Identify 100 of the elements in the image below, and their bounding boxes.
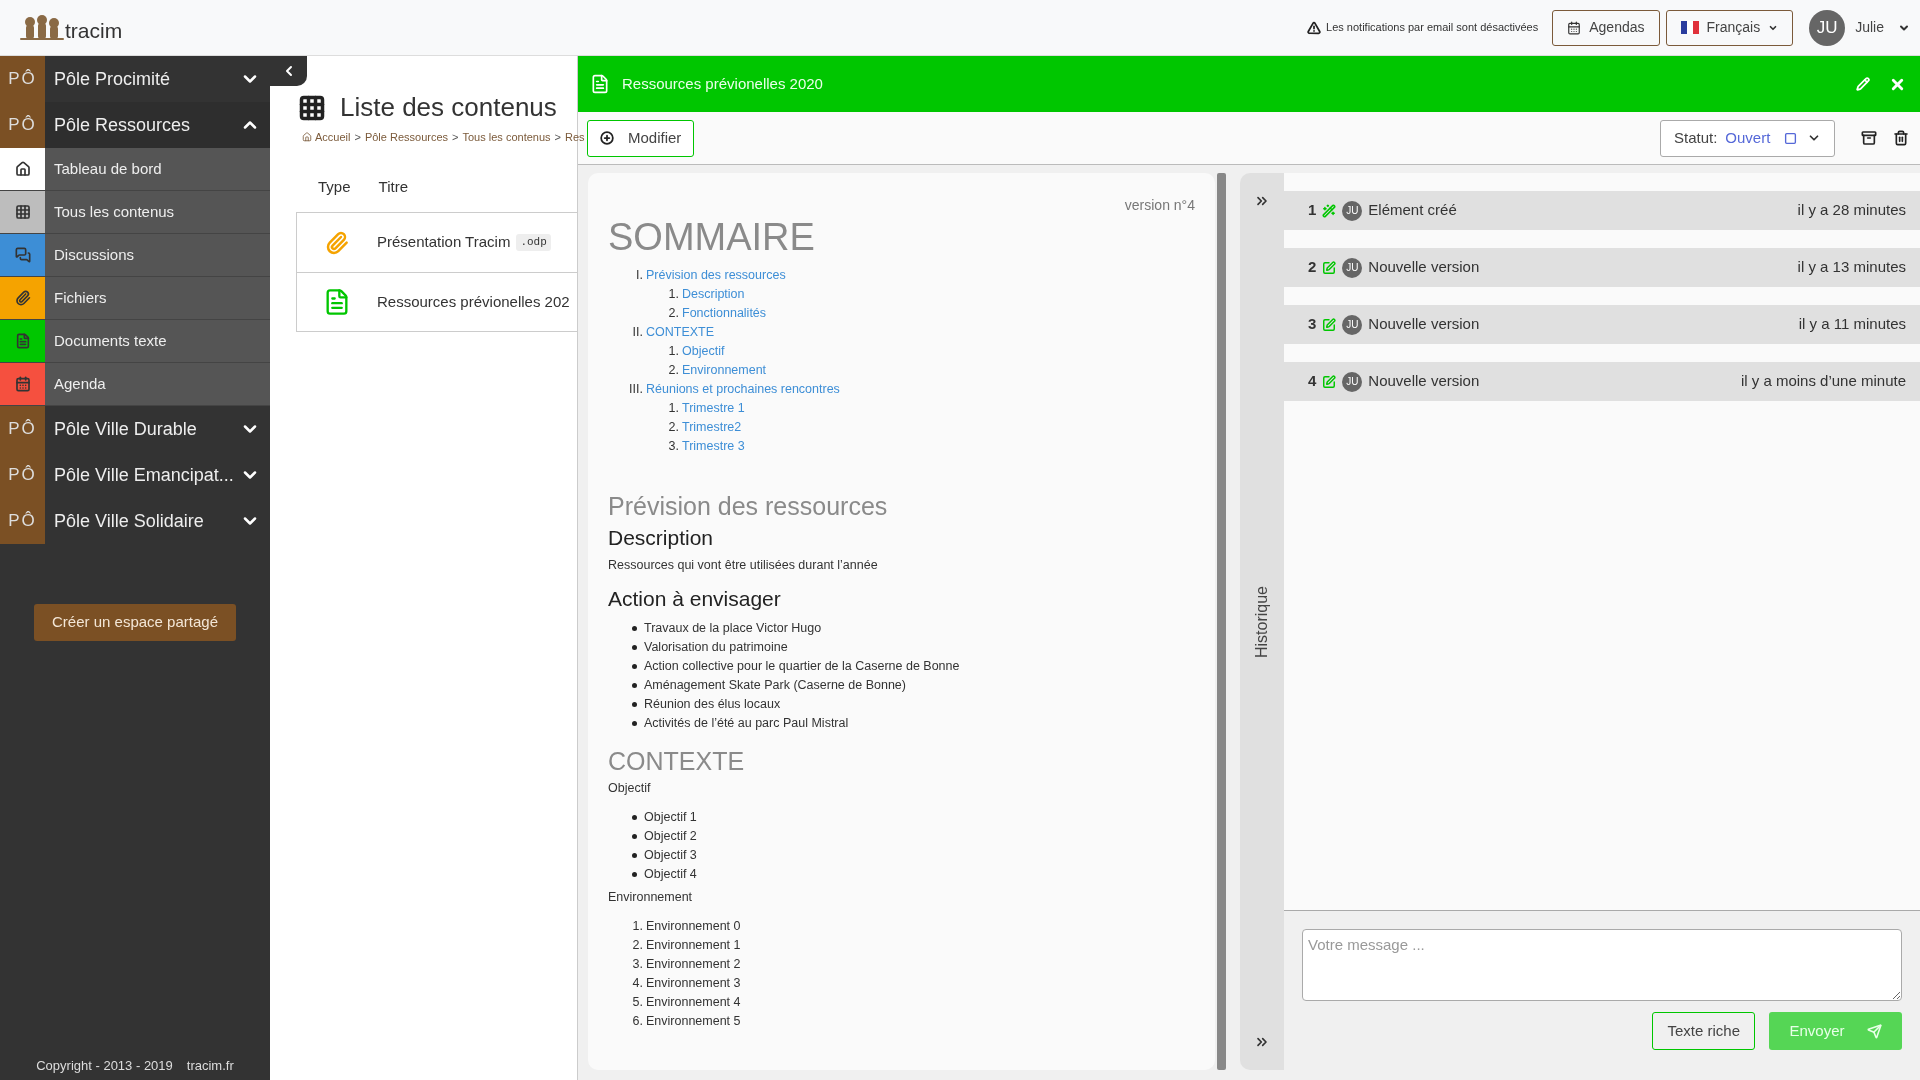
space-menu-item[interactable]: Agenda — [0, 363, 270, 406]
space-menu-item[interactable]: Fichiers — [0, 277, 270, 320]
toc-number: 2. — [667, 419, 679, 436]
history-label: Nouvelle version — [1368, 257, 1480, 278]
space-menu-item[interactable]: Tableau de bord — [0, 148, 270, 191]
menu-item-label: Agenda — [53, 373, 106, 394]
history-time: il y a 13 minutes — [1797, 257, 1906, 278]
toc-link[interactable]: Trimestre 1 — [682, 399, 745, 418]
content-title: Présentation Tracim — [377, 232, 511, 253]
menu-item-label: Discussions — [53, 244, 135, 265]
menu-item-label: Tous les contenus — [53, 201, 175, 222]
list-item: Objectif 1 — [644, 809, 697, 826]
space-menu-item[interactable]: Tous les contenus — [0, 191, 270, 234]
bullet-icon — [632, 834, 637, 839]
menu-item-label: Tableau de bord — [53, 158, 162, 179]
paragraph: Environnement — [608, 889, 694, 906]
scrollbar[interactable] — [1217, 173, 1226, 1070]
section-heading: Prévision des ressources — [608, 492, 889, 520]
pencil-icon — [1856, 77, 1870, 91]
author-avatar: JU — [1342, 314, 1363, 335]
language-button[interactable]: Français — [1665, 9, 1794, 46]
toc-link[interactable]: Prévision des ressources — [646, 266, 786, 285]
content-row[interactable]: Présentation Tracim .odp — [297, 213, 577, 272]
breadcrumb-link[interactable]: Tous les contenus — [462, 129, 551, 146]
toc-link[interactable]: Fonctionnalités — [682, 304, 767, 323]
calendar-icon — [1567, 20, 1582, 35]
version-label: version n°4 — [1124, 196, 1195, 215]
column-header: Type — [318, 176, 351, 197]
history-label: Nouvelle version — [1368, 314, 1480, 335]
site-link[interactable]: tracim.fr — [186, 1055, 234, 1075]
menu-item-label: Fichiers — [53, 287, 107, 308]
version-number: 4 — [1308, 371, 1317, 392]
collapse-sidebar-button[interactable] — [270, 56, 307, 86]
documents-icon — [14, 333, 31, 349]
history-item[interactable]: 4 JU Nouvelle version il y a moins d’une minute — [1284, 362, 1920, 401]
magic-wand-icon — [1322, 203, 1337, 218]
toc-number: I. — [635, 267, 643, 284]
files-icon — [14, 290, 31, 306]
space-badge: PÔ — [0, 452, 45, 498]
plus-circle-icon — [600, 131, 614, 145]
toc-link[interactable]: Objectif — [682, 342, 725, 361]
page-title: Liste des contenus — [340, 91, 557, 124]
space-menu-item[interactable]: Documents texte — [0, 320, 270, 363]
space-menu-item[interactable]: Discussions — [0, 234, 270, 277]
toc-number: II. — [631, 324, 643, 341]
logo-text: tracim — [65, 17, 123, 44]
list-item: Environnement 2 — [646, 956, 741, 973]
version-number: 3 — [1308, 314, 1317, 335]
notification-notice: Les notifications par email sont désactivées — [1326, 20, 1539, 36]
breadcrumb-link[interactable]: Accueil — [302, 129, 351, 146]
rich-text-button[interactable]: Texte riche — [1652, 1012, 1755, 1050]
toc-link[interactable]: Réunions et prochaines rencontres — [646, 380, 840, 399]
toc-number: 1. — [667, 286, 679, 303]
author-avatar: JU — [1342, 371, 1363, 392]
paperclip-icon — [325, 230, 349, 255]
bullet-icon — [632, 872, 637, 877]
toc-link[interactable]: Description — [682, 285, 745, 304]
bullet-icon — [632, 664, 637, 669]
flag-icon — [1680, 21, 1699, 34]
toc-link[interactable]: Environnement — [682, 361, 767, 380]
author-avatar: JU — [1342, 257, 1363, 278]
warning-icon — [1307, 20, 1322, 35]
list-item: Réunion des élus locaux — [644, 696, 781, 713]
list-number: 6. — [631, 1013, 643, 1030]
agenda-icon — [14, 376, 31, 392]
list-item: Environnement 3 — [646, 975, 741, 992]
document-heading: SOMMAIRE — [608, 218, 816, 256]
bullet-icon — [632, 683, 637, 688]
modify-button[interactable]: Modifier — [587, 119, 695, 157]
list-item: Activités de l’été au parc Paul Mistral — [644, 715, 849, 732]
history-item[interactable]: 3 JU Nouvelle version il y a 11 minutes — [1284, 305, 1920, 344]
breadcrumb-link[interactable]: Pôle Ressources — [364, 129, 449, 146]
create-space-button[interactable]: Créer un espace partagé — [34, 604, 236, 641]
breadcrumb-separator: > — [554, 130, 561, 145]
content-row[interactable]: Ressources prévionelles 202 — [297, 272, 577, 331]
version-number: 1 — [1308, 200, 1317, 221]
archive-button[interactable] — [1859, 128, 1879, 148]
copyright-text: Copyright - 2013 - 2019 — [36, 1056, 173, 1075]
history-item[interactable]: 2 JU Nouvelle version il y a 13 minutes — [1284, 248, 1920, 287]
breadcrumb-link[interactable]: Res — [565, 129, 585, 146]
list-number: 2. — [631, 937, 643, 954]
history-toggle-strip[interactable]: Historique — [1240, 173, 1284, 1070]
list-number: 4. — [631, 975, 643, 992]
user-avatar[interactable]: JU — [1809, 9, 1846, 46]
list-item: Objectif 3 — [644, 847, 697, 864]
space-item[interactable]: PÔ Pôle Ressources — [0, 102, 270, 148]
agendas-button[interactable]: Agendas — [1552, 9, 1660, 46]
space-badge: PÔ — [0, 56, 45, 102]
history-time: il y a moins d’une minute — [1740, 371, 1906, 392]
space-badge: PÔ — [0, 102, 45, 148]
user-name[interactable]: Julie — [1855, 17, 1884, 38]
panel-title: Ressources prévionelles 2020 — [622, 73, 824, 94]
history-item[interactable]: 1 JU Elément créé il y a 28 minutes — [1284, 191, 1920, 230]
history-time: il y a 28 minutes — [1797, 200, 1906, 221]
status-dropdown[interactable]: Statut: Ouvert — [1660, 119, 1835, 157]
message-field[interactable]: Votre message ... — [1302, 929, 1902, 1001]
toc-link[interactable]: Trimestre2 — [682, 418, 742, 437]
toc-link[interactable]: Trimestre 3 — [682, 437, 745, 456]
delete-button[interactable] — [1891, 128, 1911, 148]
space-name: Pôle Ville Durable — [53, 417, 198, 441]
